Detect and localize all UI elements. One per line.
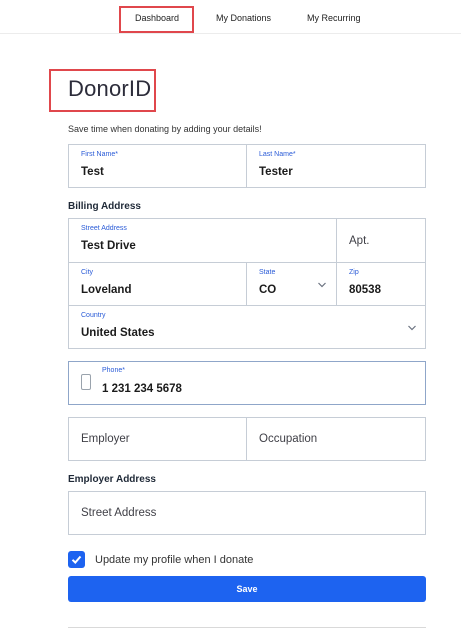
state-value: CO — [259, 284, 277, 296]
last-name-label: Last Name* — [259, 151, 296, 158]
phone-field[interactable]: Phone* 1 231 234 5678 — [68, 361, 426, 405]
tab-my-donations[interactable]: My Donations — [216, 13, 271, 23]
apt-field[interactable]: Apt. — [336, 218, 426, 263]
employer-field[interactable]: Employer — [68, 417, 247, 461]
billing-address-heading: Billing Address — [68, 201, 141, 212]
country-value: United States — [81, 327, 155, 339]
occupation-field[interactable]: Occupation — [246, 417, 426, 461]
tab-my-recurring[interactable]: My Recurring — [307, 13, 361, 23]
zip-label: Zip — [349, 269, 359, 276]
dashboard-highlight-box — [119, 6, 194, 33]
occupation-placeholder: Occupation — [259, 433, 318, 445]
last-name-value: Tester — [259, 166, 293, 178]
update-profile-label: Update my profile when I donate — [95, 554, 254, 566]
street-address-label: Street Address — [81, 225, 127, 232]
employer-street-placeholder: Street Address — [81, 507, 157, 519]
street-address-field[interactable]: Street Address Test Drive — [68, 218, 337, 263]
update-profile-checkbox[interactable] — [68, 551, 85, 568]
state-label: State — [259, 269, 276, 276]
checkmark-icon — [71, 555, 82, 564]
employer-placeholder: Employer — [81, 433, 130, 445]
chevron-down-icon — [408, 325, 416, 331]
first-name-field[interactable]: First Name* Test — [68, 144, 247, 188]
first-name-value: Test — [81, 166, 104, 178]
street-address-value: Test Drive — [81, 240, 136, 252]
divider — [68, 627, 426, 628]
phone-label: Phone* — [102, 367, 125, 374]
city-field[interactable]: City Loveland — [68, 262, 247, 306]
employer-address-heading: Employer Address — [68, 474, 156, 485]
country-select[interactable]: Country United States — [68, 305, 426, 349]
phone-value: 1 231 234 5678 — [102, 383, 182, 395]
zip-field[interactable]: Zip 80538 — [336, 262, 426, 306]
city-label: City — [81, 269, 94, 276]
title-highlight-box — [49, 69, 156, 112]
first-name-label: First Name* — [81, 151, 118, 158]
zip-value: 80538 — [349, 284, 381, 296]
country-label: Country — [81, 312, 106, 319]
city-value: Loveland — [81, 284, 132, 296]
save-button[interactable]: Save — [68, 576, 426, 602]
apt-placeholder: Apt. — [349, 235, 370, 247]
chevron-down-icon — [318, 282, 326, 288]
last-name-field[interactable]: Last Name* Tester — [246, 144, 426, 188]
top-nav: Dashboard My Donations My Recurring — [0, 0, 461, 34]
phone-icon — [81, 374, 91, 390]
state-select[interactable]: State CO — [246, 262, 337, 306]
employer-street-address-field[interactable]: Street Address — [68, 491, 426, 535]
page-subtitle: Save time when donating by adding your d… — [68, 124, 262, 134]
